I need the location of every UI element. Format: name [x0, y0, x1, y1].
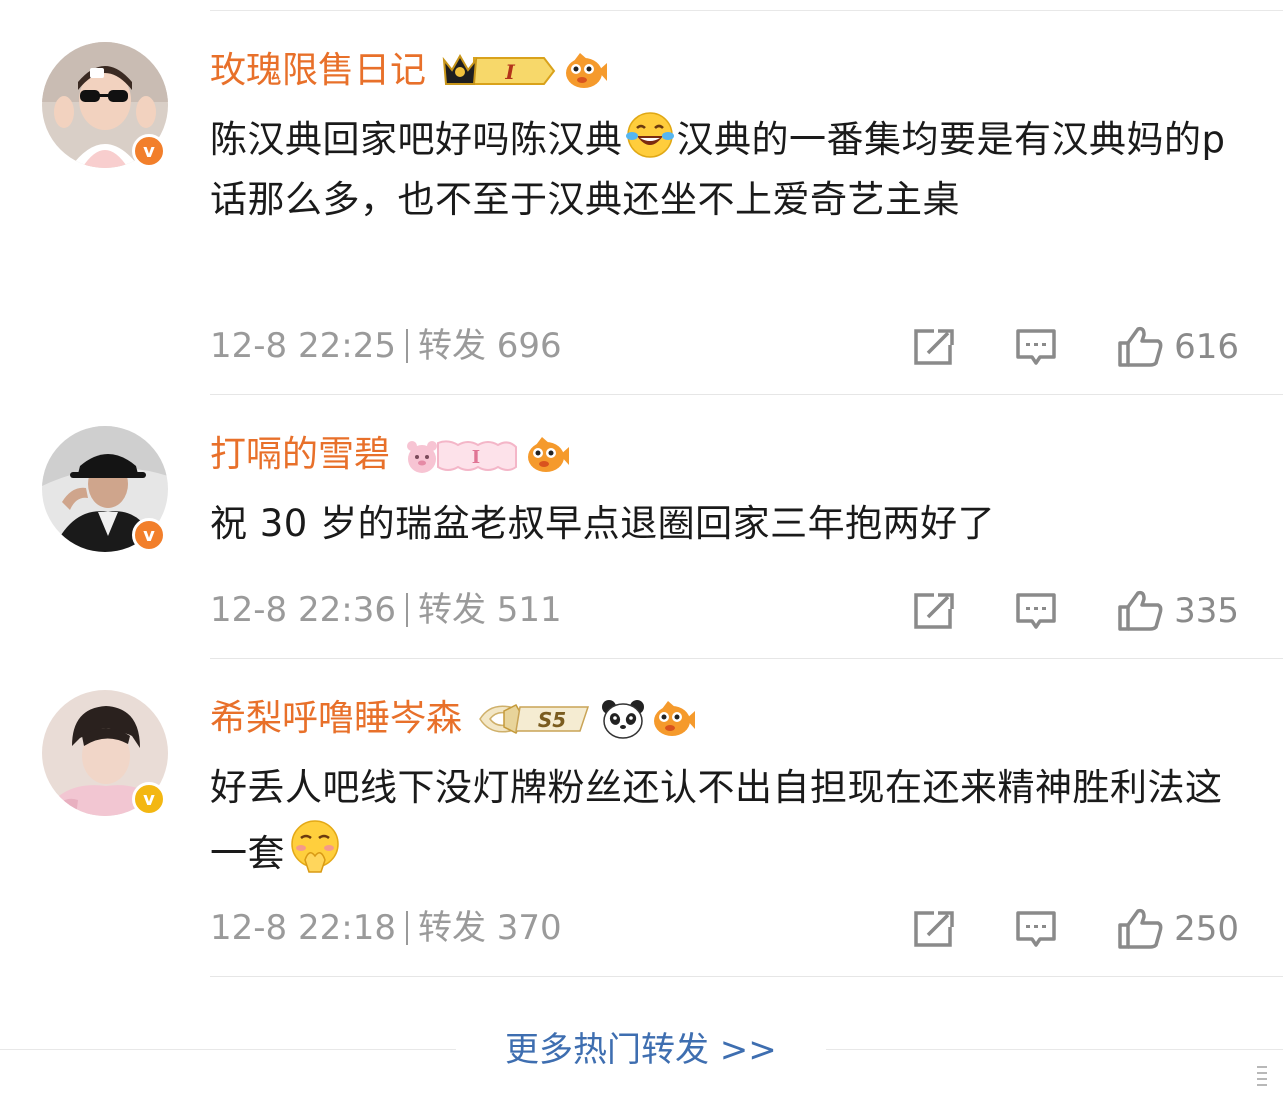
svg-text:S5: S5: [538, 708, 566, 732]
thumbs-up-icon: [1118, 590, 1163, 631]
repost-count[interactable]: 转发 370: [418, 908, 562, 948]
comment-button[interactable]: [1014, 327, 1058, 367]
divider: [210, 976, 1283, 977]
repost-edit-icon: [914, 329, 954, 365]
separator: [405, 593, 408, 627]
repost-text: 祝 30 岁的瑞盆老叔早点退圈回家三年抱两好了: [210, 494, 1245, 554]
repost-button[interactable]: [912, 327, 956, 367]
s5-wing-badge-icon: S5: [479, 704, 590, 734]
meta-row: 12-8 22:36 转发 511: [210, 588, 562, 632]
text-part: 好丢人吧线下没灯牌粉丝还认不出自担现在还来精神胜利法这一套: [210, 766, 1223, 875]
repost-button[interactable]: [912, 909, 956, 949]
repost-text: 好丢人吧线下没灯牌粉丝还认不出自担现在还来精神胜利法这一套: [210, 758, 1245, 884]
timestamp: 12-8 22:25: [210, 326, 396, 366]
username[interactable]: 打嗝的雪碧: [210, 429, 390, 481]
action-bar: 616: [912, 322, 1239, 372]
like-button[interactable]: 616: [1116, 325, 1239, 369]
divider: [210, 658, 1283, 659]
repost-text: 陈汉典回家吧好吗陈汉典 汉典的一番集均要是有汉典妈的p话那么多，也不至于汉典还坐…: [210, 110, 1245, 230]
more-reposts-section: 更多热门转发 >>: [0, 1020, 1283, 1080]
like-count: 250: [1174, 909, 1239, 949]
comment-icon: [1016, 329, 1056, 365]
divider: [210, 394, 1283, 395]
svg-text:I: I: [472, 447, 480, 468]
more-divider-right: [826, 1049, 1283, 1050]
panda-icon: [602, 700, 645, 739]
username[interactable]: 希梨呼噜睡岑森: [210, 693, 462, 745]
comment-icon: [1016, 911, 1056, 947]
text-part: 祝 30 岁的瑞盆老叔早点退圈回家三年抱两好了: [210, 502, 996, 545]
user-row: 玫瑰限售日记 I: [210, 45, 608, 97]
comment-icon: [1016, 593, 1056, 629]
separator: [405, 911, 408, 945]
more-reposts-link[interactable]: 更多热门转发 >>: [505, 1026, 777, 1074]
repost-button[interactable]: [912, 591, 956, 631]
user-row: 打嗝的雪碧 I: [210, 429, 570, 481]
like-button[interactable]: 335: [1116, 589, 1239, 633]
verified-v-badge: v: [132, 134, 166, 168]
more-divider-left: [0, 1049, 456, 1050]
timestamp: 12-8 22:18: [210, 908, 396, 948]
text-part: 陈汉典回家吧好吗陈汉典: [210, 118, 623, 161]
thumbs-up-icon: [1118, 326, 1163, 367]
scroll-grip-icon[interactable]: [1255, 1062, 1269, 1092]
verified-v-badge: v: [132, 518, 166, 552]
separator: [405, 329, 408, 363]
verified-v-badge: v: [132, 782, 166, 816]
user-row: 希梨呼噜睡岑森 S5: [210, 693, 696, 745]
svg-text:I: I: [504, 60, 515, 84]
fish-icon: [566, 53, 608, 88]
username[interactable]: 玫瑰限售日记: [210, 45, 426, 97]
meta-row: 12-8 22:25 转发 696: [210, 324, 562, 368]
laughing-tears-emoji: [625, 112, 674, 158]
repost-count[interactable]: 转发 696: [418, 326, 562, 366]
action-bar: 250: [912, 904, 1239, 954]
repost-edit-icon: [914, 593, 954, 629]
comment-button[interactable]: [1014, 909, 1058, 949]
comment-button[interactable]: [1014, 591, 1058, 631]
fish-icon: [654, 701, 696, 736]
meta-row: 12-8 22:18 转发 370: [210, 906, 562, 950]
repost-edit-icon: [914, 911, 954, 947]
shy-pleading-emoji: [291, 820, 339, 873]
top-divider: [210, 10, 1283, 11]
fish-icon: [528, 437, 570, 472]
action-bar: 335: [912, 586, 1239, 636]
repost-count[interactable]: 转发 511: [418, 590, 562, 630]
thumbs-up-icon: [1118, 908, 1163, 949]
crown-level-badge-icon: I: [442, 53, 556, 85]
like-count: 616: [1174, 327, 1239, 367]
pink-bear-badge-icon: I: [407, 440, 518, 473]
like-count: 335: [1174, 591, 1239, 631]
timestamp: 12-8 22:36: [210, 590, 396, 630]
like-button[interactable]: 250: [1116, 907, 1239, 951]
